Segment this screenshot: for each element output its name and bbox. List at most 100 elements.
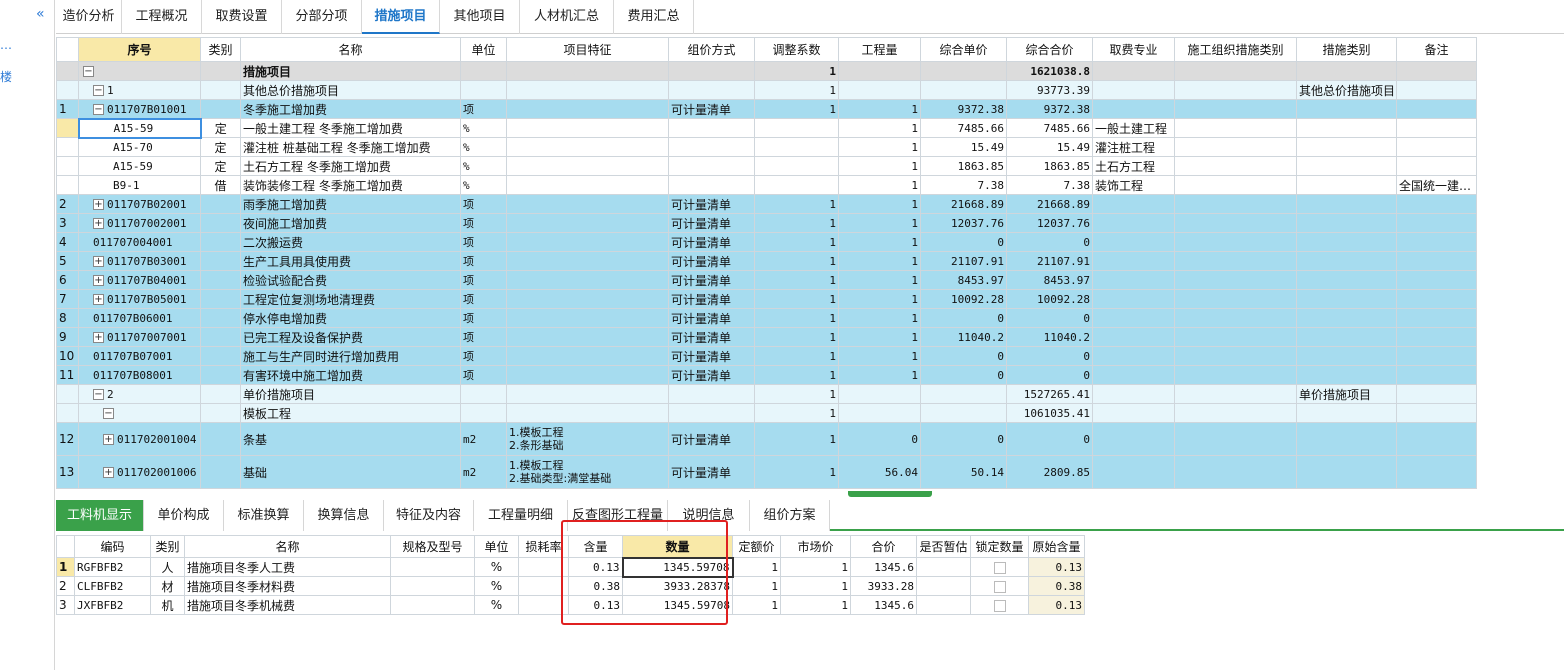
cell-org[interactable] [1174, 213, 1297, 233]
cell-qty[interactable]: 1 [838, 175, 921, 195]
sub-cell-name[interactable]: 措施项目冬季人工费 [184, 557, 391, 577]
sub-cell-cat[interactable]: 材 [150, 576, 185, 596]
cell-cat[interactable] [200, 80, 241, 100]
sub-cell-code[interactable]: RGFBFB2 [74, 557, 151, 577]
cell-qty[interactable]: 0 [838, 422, 921, 456]
grid-header-10[interactable]: 取费专业 [1092, 37, 1175, 62]
cell-total[interactable]: 93773.39 [1006, 80, 1093, 100]
cell-qty[interactable]: 56.04 [838, 455, 921, 489]
sub-header-14[interactable]: 原始含量 [1028, 535, 1085, 558]
cell-note[interactable] [1396, 403, 1477, 423]
cell-note[interactable] [1396, 156, 1477, 176]
cell-qty[interactable]: 1 [838, 213, 921, 233]
grid-header-2[interactable]: 名称 [240, 37, 461, 62]
sub-cell-spec[interactable] [390, 595, 475, 615]
row-code-cell[interactable]: A15-59 [77, 117, 202, 139]
sub-cell-n[interactable]: 1 [56, 557, 75, 577]
bottom-tab-3[interactable]: 换算信息 [304, 500, 384, 531]
cell-cat[interactable] [200, 384, 241, 404]
cell-feat[interactable]: 1.模板工程 2.条形基础 [506, 422, 669, 456]
cell-feat[interactable] [506, 156, 669, 176]
cell-qty[interactable]: 1 [838, 289, 921, 309]
cell-feat[interactable] [506, 80, 669, 100]
cell-price[interactable]: 9372.38 [920, 99, 1007, 119]
cell-mtype[interactable] [1296, 327, 1397, 347]
sub-header-0[interactable] [56, 535, 75, 558]
cell-cat[interactable] [200, 422, 241, 456]
table-row[interactable]: A15-59 定一般土建工程 冬季施工增加费% 1 7485.66 7485.66 一般土… [56, 117, 1477, 139]
cell-total[interactable]: 0 [1006, 365, 1093, 385]
cell-cat[interactable] [200, 346, 241, 366]
table-row[interactable]: A15-59 定土石方工程 冬季施工增加费% 1 1863.85 1863.85 土石方工… [56, 156, 1477, 176]
sub-cell-market[interactable]: 1 [780, 576, 851, 596]
cell-feat[interactable] [506, 384, 669, 404]
bottom-tab-1[interactable]: 单价构成 [144, 500, 224, 531]
cell-name[interactable]: 装饰装修工程 冬季施工增加费 [240, 175, 461, 195]
cell-total[interactable]: 7.38 [1006, 175, 1093, 195]
sub-cell-code[interactable]: JXFBFB2 [74, 595, 151, 615]
cell-note[interactable] [1396, 232, 1477, 252]
cell-unit[interactable]: 项 [460, 289, 507, 309]
table-row[interactable]: 10 011707B07001 施工与生产同时进行增加费用项可计量清单 1 1 0 0 [56, 346, 1477, 366]
row-code-cell[interactable]: − [78, 61, 201, 81]
cell-coef[interactable]: 1 [754, 270, 839, 290]
cell-qty[interactable]: 1 [838, 308, 921, 328]
collapse-icon[interactable]: − [93, 85, 104, 96]
cell-name[interactable]: 检验试验配合费 [240, 270, 461, 290]
cell-unit[interactable]: % [460, 156, 507, 176]
table-row[interactable]: B9-1 借装饰装修工程 冬季施工增加费% 1 7.38 7.38 装饰工程 全国统一建… [56, 175, 1477, 195]
cell-total[interactable]: 9372.38 [1006, 99, 1093, 119]
cell-method[interactable]: 可计量清单 [668, 455, 755, 489]
cell-qty[interactable]: 1 [838, 270, 921, 290]
cell-cat[interactable] [200, 308, 241, 328]
cell-coef[interactable] [754, 156, 839, 176]
sub-header-3[interactable]: 名称 [184, 535, 391, 558]
collapse-icon[interactable]: − [103, 408, 114, 419]
cell-note[interactable] [1396, 137, 1477, 157]
cell-mtype[interactable] [1296, 346, 1397, 366]
sub-header-7[interactable]: 含量 [568, 535, 623, 558]
cell-prof[interactable]: 灌注桩工程 [1092, 137, 1175, 157]
sub-cell-total[interactable]: 1345.6 [850, 557, 917, 577]
cell-price[interactable]: 15.49 [920, 137, 1007, 157]
cell-org[interactable] [1174, 308, 1297, 328]
cell-unit[interactable]: % [460, 137, 507, 157]
cell-org[interactable] [1174, 422, 1297, 456]
cell-org[interactable] [1174, 156, 1297, 176]
expand-icon[interactable]: + [93, 275, 104, 286]
cell-feat[interactable] [506, 289, 669, 309]
cell-total[interactable]: 21107.91 [1006, 251, 1093, 271]
cell-unit[interactable]: m2 [460, 422, 507, 456]
cell-note[interactable] [1396, 365, 1477, 385]
cell-unit[interactable]: 项 [460, 327, 507, 347]
sub-cell-content[interactable]: 0.13 [568, 557, 623, 577]
cell-unit[interactable]: 项 [460, 194, 507, 214]
cell-org[interactable] [1174, 80, 1297, 100]
sub-cell-orig[interactable]: 0.38 [1028, 576, 1085, 596]
row-code-cell[interactable]: −1 [78, 80, 201, 100]
grid-header-11[interactable]: 施工组织措施类别 [1174, 37, 1297, 62]
cell-price[interactable]: 50.14 [920, 455, 1007, 489]
cell-total[interactable]: 0 [1006, 422, 1093, 456]
cell-mtype[interactable] [1296, 137, 1397, 157]
cell-qty[interactable] [838, 61, 921, 81]
row-code-cell[interactable]: 011707004001 [78, 232, 201, 252]
sub-cell-code[interactable]: CLFBFB2 [74, 576, 151, 596]
bottom-tab-0[interactable]: 工料机显示 [56, 500, 144, 531]
cell-mtype[interactable] [1296, 194, 1397, 214]
cell-coef[interactable]: 1 [754, 327, 839, 347]
cell-org[interactable] [1174, 251, 1297, 271]
more-icon[interactable]: … [0, 38, 12, 52]
cell-note[interactable] [1396, 194, 1477, 214]
sub-header-6[interactable]: 损耗率 [518, 535, 569, 558]
cell-cat[interactable] [200, 99, 241, 119]
cell-coef[interactable] [754, 118, 839, 138]
cell-coef[interactable]: 1 [754, 422, 839, 456]
cell-price[interactable]: 11040.2 [920, 327, 1007, 347]
cell-price[interactable]: 21107.91 [920, 251, 1007, 271]
row-code-cell[interactable]: 011707B06001 [78, 308, 201, 328]
sub-cell-qty[interactable]: 3933.28378 [622, 576, 733, 596]
cell-feat[interactable] [506, 99, 669, 119]
cell-cat[interactable] [200, 455, 241, 489]
bottom-tab-7[interactable]: 说明信息 [668, 500, 750, 531]
